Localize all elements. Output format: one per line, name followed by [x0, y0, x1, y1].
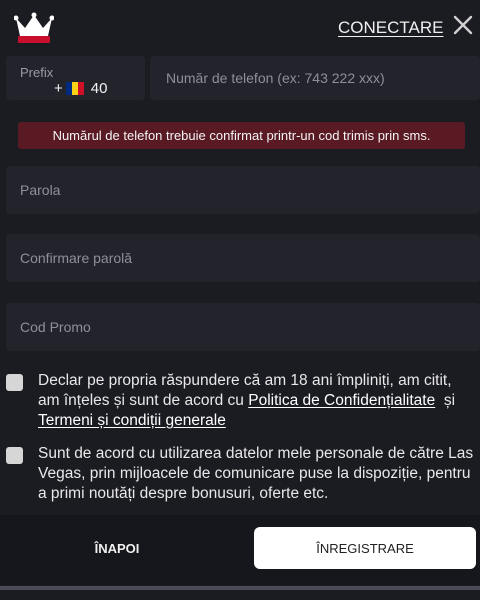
and-word: și [443, 392, 456, 409]
terms-link[interactable]: Termeni și condiții generale [38, 412, 226, 429]
phone-placeholder: Număr de telefon (ex: 743 222 xxx) [166, 70, 385, 86]
phone-number-input[interactable]: Număr de telefon (ex: 743 222 xxx) [150, 56, 480, 100]
scroll-indicator-fill [0, 586, 480, 590]
privacy-policy-link[interactable]: Politica de Confidențialitate [248, 392, 435, 409]
close-icon[interactable] [452, 14, 474, 36]
promo-code-placeholder: Cod Promo [20, 319, 91, 335]
phone-prefix-select[interactable]: Prefix + 40 [6, 56, 145, 100]
login-link[interactable]: CONECTARE [338, 18, 443, 38]
password-placeholder: Parola [20, 182, 61, 198]
age-consent-checkbox[interactable] [6, 374, 23, 391]
romania-flag-icon [65, 82, 84, 95]
confirm-password-input[interactable]: Confirmare parolă [6, 234, 480, 282]
prefix-value: + 40 [54, 80, 107, 97]
back-button[interactable]: ÎNAPOI [0, 525, 234, 571]
age-consent-text: Declar pe propria răspundere că am 18 an… [38, 371, 474, 431]
register-button[interactable]: ÎNREGISTRARE [254, 527, 476, 569]
promo-code-input[interactable]: Cod Promo [6, 303, 480, 351]
crown-logo-icon[interactable] [14, 12, 54, 46]
scroll-indicator [0, 586, 480, 590]
marketing-consent-text: Sunt de acord cu utilizarea datelor mele… [38, 445, 474, 502]
marketing-consent-checkbox[interactable] [6, 447, 23, 464]
password-input[interactable]: Parola [6, 166, 480, 214]
confirm-password-placeholder: Confirmare parolă [20, 250, 133, 266]
prefix-label: Prefix [20, 65, 54, 80]
flag-stripe-red [77, 82, 84, 95]
prefix-code: 40 [90, 80, 108, 97]
sms-confirmation-alert: Numărul de telefon trebuie confirmat pri… [18, 122, 465, 149]
prefix-plus: + [54, 80, 63, 97]
header: CONECTARE [0, 0, 480, 56]
